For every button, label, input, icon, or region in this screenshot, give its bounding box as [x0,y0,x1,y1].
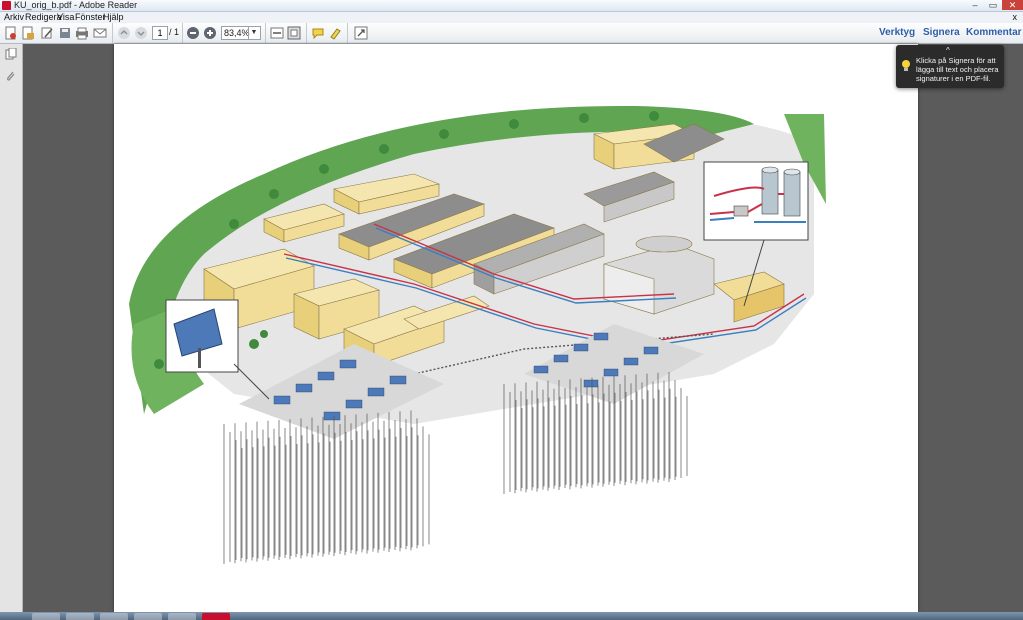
edit-icon[interactable] [40,26,54,40]
page-total: / 1 [169,27,180,37]
attachment-icon[interactable] [5,70,17,82]
sign-tooltip: ^ Klicka på Signera för att lägga till t… [896,45,1004,88]
highlight-icon[interactable] [328,26,342,40]
comment-link[interactable]: Kommentar [966,27,1022,38]
pdf-page [114,44,918,612]
fit-page-icon[interactable] [287,26,301,40]
minimize-button[interactable]: – [966,0,984,10]
close-button[interactable]: ✕ [1002,0,1023,10]
zoom-in-icon[interactable] [203,26,217,40]
tooltip-text: Klicka på Signera för att lägga till tex… [916,56,999,83]
taskbar-item[interactable] [134,613,162,620]
create-pdf-icon[interactable] [4,26,18,40]
menu-bar: Arkiv Redigera Visa Fönster Hjälp x [0,12,1023,23]
taskbar [0,612,1023,620]
maximize-button[interactable]: ▭ [984,0,1002,10]
adobe-reader-icon [2,1,11,10]
arrow-down-icon[interactable] [134,26,148,40]
menu-hjalp[interactable]: Hjälp [103,12,124,23]
menu-arkiv[interactable]: Arkiv [4,12,24,23]
document-area[interactable] [23,44,1023,612]
document-close-button[interactable]: x [1013,12,1018,23]
toolbar-separator [347,23,348,43]
taskbar-item-adobe-reader[interactable] [202,613,230,620]
sign-link[interactable]: Signera [923,27,960,38]
toolbar-separator [306,23,307,43]
page-number-input[interactable] [152,26,168,40]
campus-illustration [129,105,826,564]
expand-icon[interactable] [354,26,368,40]
export-icon[interactable] [21,26,35,40]
zoom-out-icon[interactable] [186,26,200,40]
taskbar-item[interactable] [100,613,128,620]
taskbar-item[interactable] [66,613,94,620]
lightbulb-icon [901,59,911,73]
toolbar: / 1 83,4% ▼ Verktyg Signera Kommentar [0,23,1023,44]
taskbar-item[interactable] [32,613,60,620]
comment-icon[interactable] [311,26,325,40]
arrow-up-icon[interactable] [117,26,131,40]
chevron-down-icon[interactable]: ▼ [248,26,259,40]
title-bar: KU_orig_b.pdf - Adobe Reader – ▭ ✕ [0,0,1023,12]
email-icon[interactable] [93,26,107,40]
fit-width-icon[interactable] [270,26,284,40]
window-title: KU_orig_b.pdf - Adobe Reader [14,0,138,10]
menu-visa[interactable]: Visa [57,12,74,23]
tools-link[interactable]: Verktyg [879,27,915,38]
toolbar-separator [265,23,266,43]
save-icon[interactable] [58,26,72,40]
print-icon[interactable] [75,26,89,40]
collapse-caret-icon[interactable]: ^ [946,46,950,55]
pages-panel-icon[interactable] [5,47,17,60]
toolbar-separator [182,23,183,43]
menu-fonster[interactable]: Fönster [75,12,106,23]
toolbar-separator [112,23,113,43]
navigation-pane [0,44,23,612]
taskbar-item[interactable] [168,613,196,620]
